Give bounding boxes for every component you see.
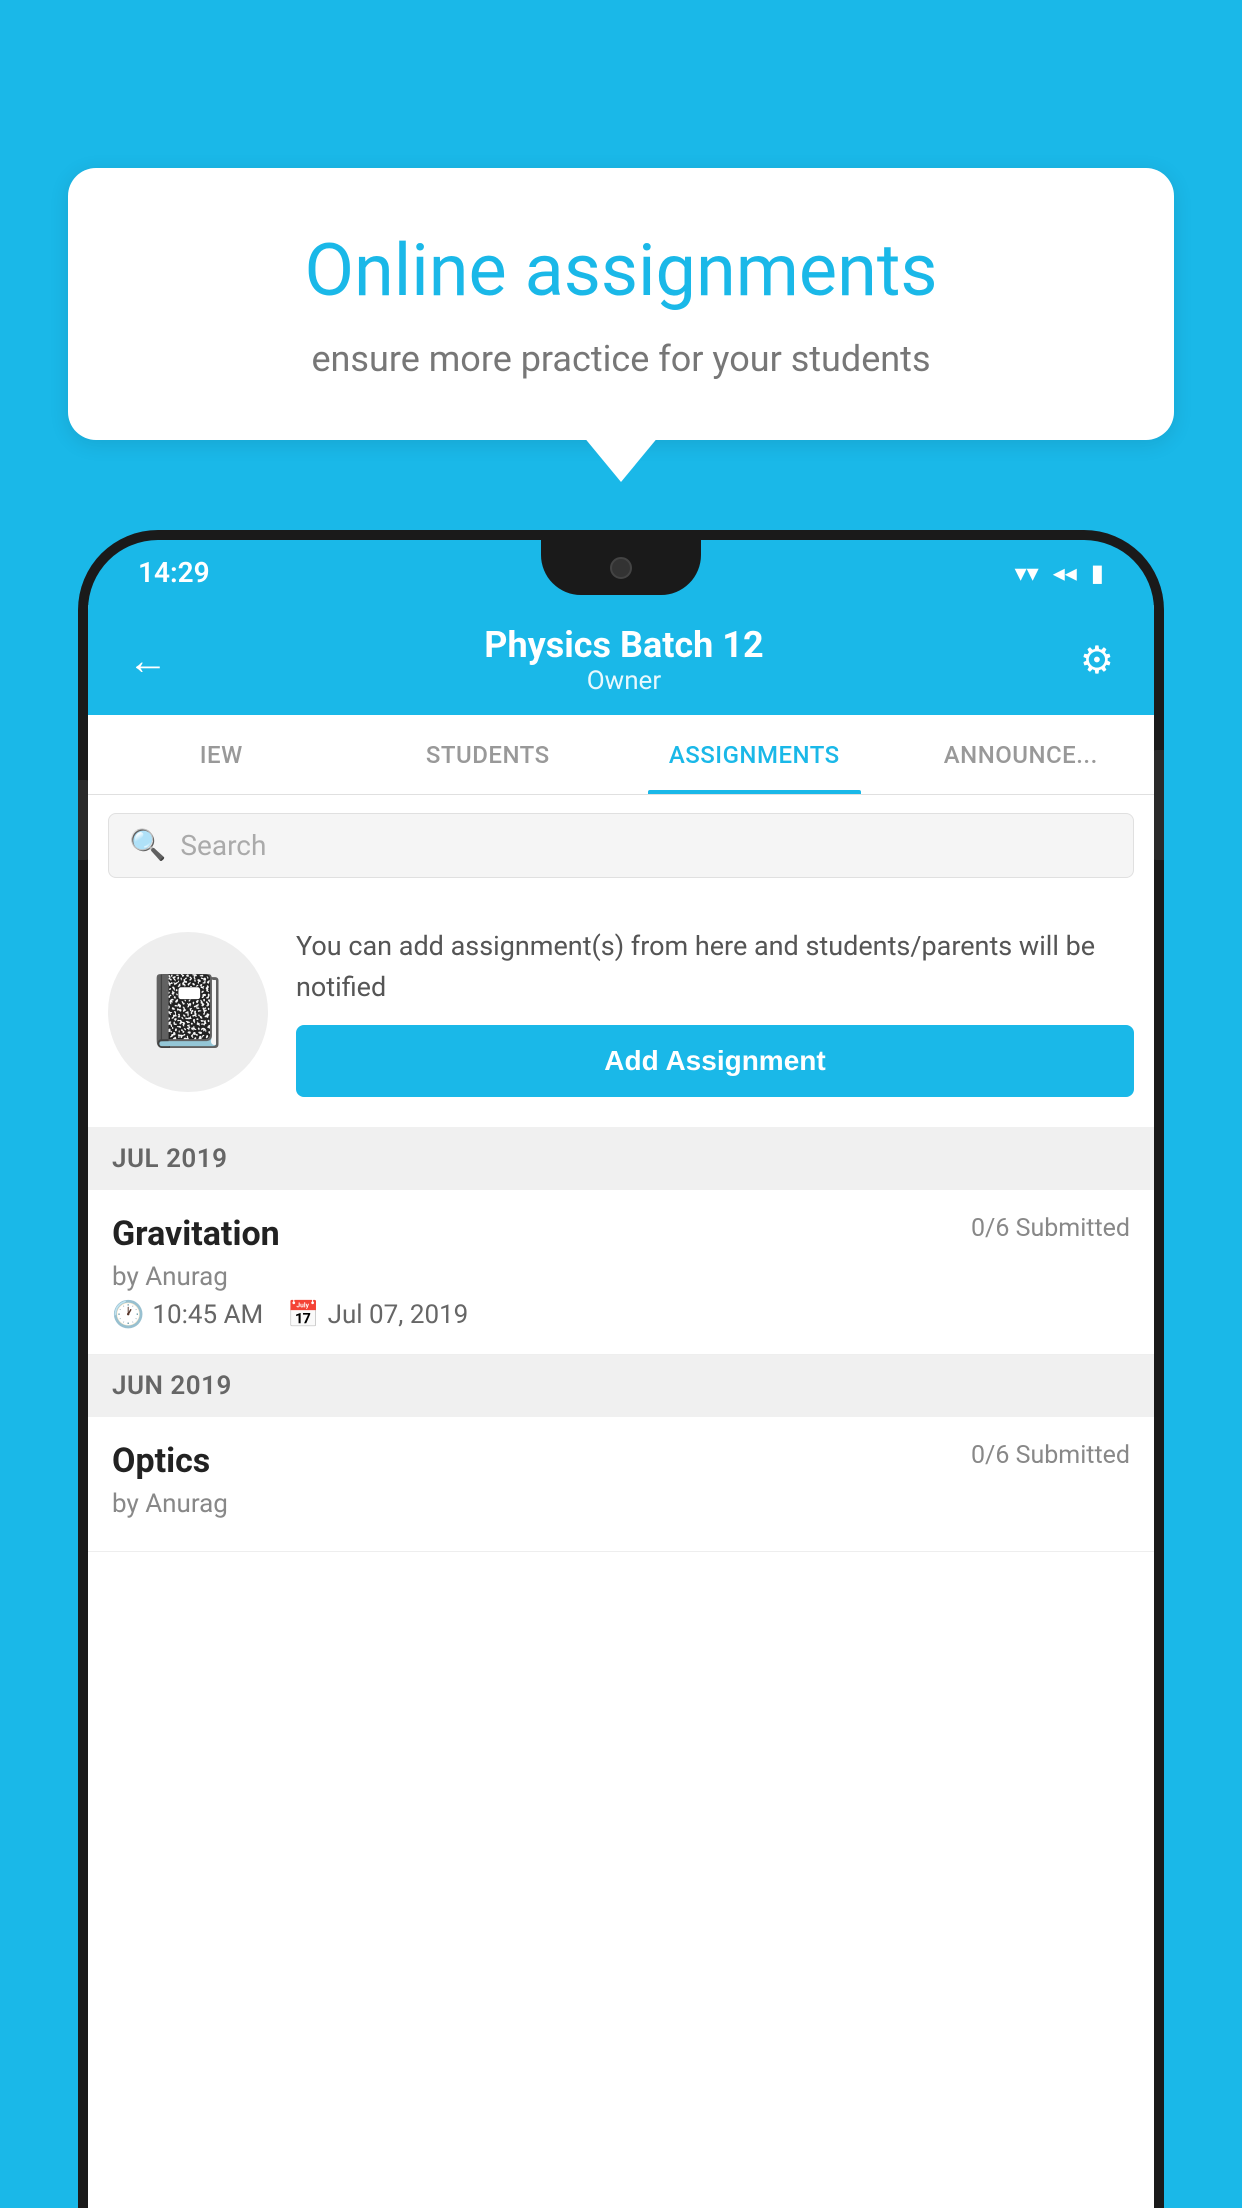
- promo-card: Online assignments ensure more practice …: [68, 168, 1174, 440]
- promo-subtitle: ensure more practice for your students: [138, 334, 1104, 384]
- assignment-submitted-gravitation: 0/6 Submitted: [971, 1214, 1130, 1243]
- battery-icon: ▮: [1091, 559, 1104, 587]
- app-bar-title: Physics Batch 12: [178, 624, 1070, 666]
- assignment-item-gravitation[interactable]: Gravitation 0/6 Submitted by Anurag 🕐 10…: [88, 1190, 1154, 1355]
- assignment-title-optics: Optics: [112, 1441, 210, 1481]
- screen-content: ← Physics Batch 12 Owner ⚙ IEW STUDENTS …: [88, 605, 1154, 2208]
- assignment-meta-gravitation: 🕐 10:45 AM 📅 Jul 07, 2019: [112, 1300, 1130, 1330]
- notch: [541, 540, 701, 595]
- assignment-author-optics: by Anurag: [112, 1489, 1130, 1519]
- status-icons: ▾▾ ◂◂ ▮: [1015, 559, 1104, 587]
- wifi-icon: ▾▾: [1015, 559, 1039, 587]
- calendar-icon: 📅: [287, 1300, 319, 1330]
- month-header-jun: JUN 2019: [88, 1355, 1154, 1417]
- assignment-item-optics[interactable]: Optics 0/6 Submitted by Anurag: [88, 1417, 1154, 1552]
- tab-students[interactable]: STUDENTS: [355, 715, 622, 794]
- app-bar-subtitle: Owner: [178, 666, 1070, 696]
- phone-frame: 14:29 ▾▾ ◂◂ ▮ ← Physics Batch 12 Owner ⚙: [78, 530, 1164, 2208]
- info-text: You can add assignment(s) from here and …: [296, 926, 1134, 1097]
- assignment-row1-optics: Optics 0/6 Submitted: [112, 1441, 1130, 1481]
- assignment-icon-circle: 📓: [108, 932, 268, 1092]
- camera: [610, 557, 632, 579]
- app-bar-title-container: Physics Batch 12 Owner: [178, 624, 1070, 696]
- search-bar: 🔍 Search: [88, 795, 1154, 896]
- month-header-jul: JUL 2019: [88, 1128, 1154, 1190]
- add-assignment-button[interactable]: Add Assignment: [296, 1025, 1134, 1097]
- signal-icon: ◂◂: [1053, 559, 1077, 587]
- settings-button[interactable]: ⚙: [1070, 628, 1124, 693]
- tab-iew[interactable]: IEW: [88, 715, 355, 794]
- tab-announcements[interactable]: ANNOUNCE...: [888, 715, 1155, 794]
- back-button[interactable]: ←: [118, 627, 178, 694]
- promo-title: Online assignments: [138, 228, 1104, 314]
- assignment-title-gravitation: Gravitation: [112, 1214, 280, 1254]
- search-placeholder: Search: [180, 829, 266, 862]
- app-bar: ← Physics Batch 12 Owner ⚙: [88, 605, 1154, 715]
- search-icon: 🔍: [129, 828, 166, 863]
- assignment-author-gravitation: by Anurag: [112, 1262, 1130, 1292]
- assignment-row1: Gravitation 0/6 Submitted: [112, 1214, 1130, 1254]
- tab-assignments[interactable]: ASSIGNMENTS: [621, 715, 888, 794]
- assignment-time-gravitation: 🕐 10:45 AM: [112, 1300, 263, 1330]
- assignment-date-gravitation: 📅 Jul 07, 2019: [287, 1300, 468, 1330]
- tabs-bar: IEW STUDENTS ASSIGNMENTS ANNOUNCE...: [88, 715, 1154, 795]
- info-section: 📓 You can add assignment(s) from here an…: [88, 896, 1154, 1128]
- assignment-submitted-optics: 0/6 Submitted: [971, 1441, 1130, 1470]
- clock-icon: 🕐: [112, 1300, 144, 1330]
- search-input-wrap[interactable]: 🔍 Search: [108, 813, 1134, 878]
- phone-inner: 14:29 ▾▾ ◂◂ ▮ ← Physics Batch 12 Owner ⚙: [88, 540, 1154, 2208]
- status-time: 14:29: [138, 556, 210, 589]
- info-description: You can add assignment(s) from here and …: [296, 926, 1134, 1007]
- notebook-icon: 📓: [144, 971, 231, 1053]
